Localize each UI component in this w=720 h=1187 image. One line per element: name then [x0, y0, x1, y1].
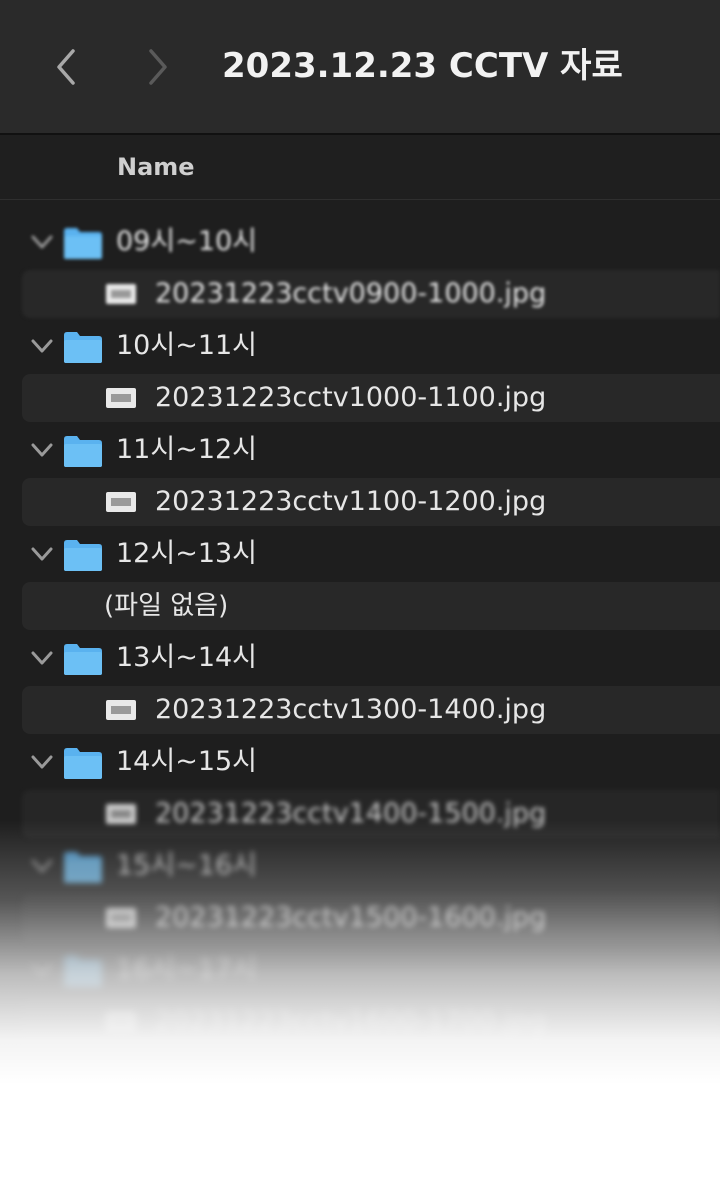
image-file-icon: [106, 284, 136, 304]
file-row[interactable]: 20231223cctv1300-1400.jpg: [22, 686, 720, 734]
file-row[interactable]: 20231223cctv1100-1200.jpg: [22, 478, 720, 526]
file-name: 20231223cctv1400-1500.jpg: [155, 798, 547, 829]
folder-name: 12시~13시: [116, 538, 258, 569]
folder-icon: [64, 436, 102, 467]
folder-row[interactable]: 11시~12시: [0, 424, 720, 476]
image-file-icon: [106, 804, 136, 824]
chevron-left-icon: [57, 49, 75, 85]
chevron-down-icon[interactable]: [28, 750, 56, 774]
name-column-header[interactable]: Name: [117, 151, 195, 183]
no-files-label: (파일 없음): [104, 591, 229, 621]
chevron-down-icon[interactable]: [28, 334, 56, 358]
image-file-icon: [106, 908, 136, 928]
folder-name: 15시~16시: [116, 850, 258, 881]
folder-icon: [64, 644, 102, 675]
folder-name: 14시~15시: [116, 746, 258, 777]
image-file-icon: [106, 388, 136, 408]
folder-name: 10시~11시: [116, 330, 258, 361]
folder-row[interactable]: 12시~13시: [0, 528, 720, 580]
folder-icon: [64, 852, 102, 883]
folder-name: 09시~10시: [116, 226, 258, 257]
file-row[interactable]: 20231223cctv1000-1100.jpg: [22, 374, 720, 422]
folder-name: 16시~17시: [116, 954, 258, 985]
back-button[interactable]: [46, 42, 86, 92]
forward-button[interactable]: [138, 42, 178, 92]
folder-icon: [64, 332, 102, 363]
column-header: Name: [0, 135, 720, 200]
file-row[interactable]: 20231223cctv1500-1600.jpg: [22, 894, 720, 942]
folder-icon: [64, 540, 102, 571]
file-name: 20231223cctv1100-1200.jpg: [155, 486, 547, 517]
folder-name: 13시~14시: [116, 642, 258, 673]
file-row[interactable]: 20231223cctv1400-1500.jpg: [22, 790, 720, 838]
chevron-right-icon: [149, 49, 167, 85]
image-file-icon: [106, 1012, 136, 1032]
folder-row[interactable]: 14시~15시: [0, 736, 720, 788]
empty-folder-row: (파일 없음): [22, 582, 720, 630]
file-name: 20231223cctv1000-1100.jpg: [155, 382, 547, 413]
file-name: 20231223cctv1600-1700.jpg: [155, 1006, 547, 1037]
chevron-down-icon[interactable]: [28, 958, 56, 982]
chevron-down-icon[interactable]: [28, 230, 56, 254]
chevron-down-icon[interactable]: [28, 542, 56, 566]
window-title: 2023.12.23 CCTV 자료: [222, 46, 623, 86]
folder-name: 11시~12시: [116, 434, 258, 465]
folder-icon: [64, 956, 102, 987]
chevron-down-icon[interactable]: [28, 646, 56, 670]
image-file-icon: [106, 492, 136, 512]
folder-icon: [64, 748, 102, 779]
folder-row[interactable]: 09시~10시: [0, 216, 720, 268]
file-name: 20231223cctv1300-1400.jpg: [155, 694, 547, 725]
folder-row[interactable]: 13시~14시: [0, 632, 720, 684]
titlebar: 2023.12.23 CCTV 자료: [0, 0, 720, 135]
file-name: 20231223cctv0900-1000.jpg: [155, 278, 547, 309]
file-row[interactable]: 20231223cctv0900-1000.jpg: [22, 270, 720, 318]
folder-icon: [64, 228, 102, 259]
chevron-down-icon[interactable]: [28, 438, 56, 462]
chevron-down-icon[interactable]: [28, 854, 56, 878]
file-list: 09시~10시 20231223cctv0900-1000.jpg 10시~11…: [0, 216, 720, 1048]
folder-row[interactable]: 15시~16시: [0, 840, 720, 892]
folder-row[interactable]: 10시~11시: [0, 320, 720, 372]
image-file-icon: [106, 700, 136, 720]
file-row[interactable]: 20231223cctv1600-1700.jpg: [22, 998, 720, 1046]
folder-row[interactable]: 16시~17시: [0, 944, 720, 996]
file-name: 20231223cctv1500-1600.jpg: [155, 902, 547, 933]
